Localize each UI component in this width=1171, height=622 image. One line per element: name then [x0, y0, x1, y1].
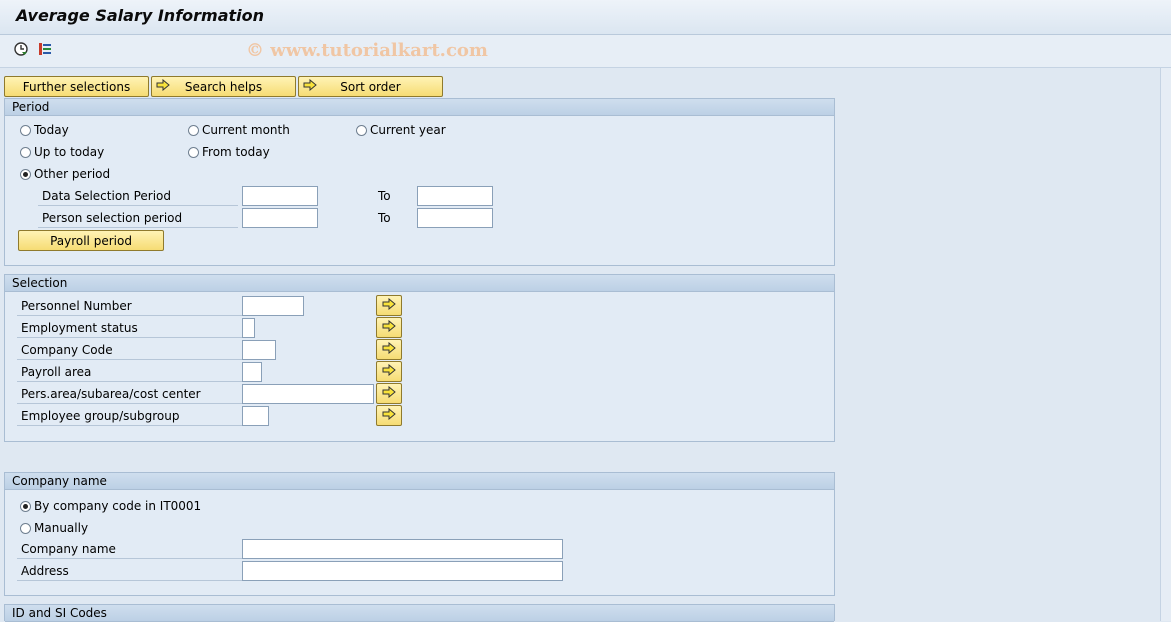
employment-status-input[interactable] [242, 318, 255, 338]
company-code-input[interactable] [242, 340, 276, 360]
company-code-label: Company Code [17, 340, 242, 360]
company-name-label: Company name [17, 539, 242, 559]
payroll-area-label: Payroll area [17, 362, 242, 382]
radio-label: Current month [202, 123, 290, 137]
radio-circle [20, 522, 31, 534]
application-toolbar: © www.tutorialkart.com [0, 35, 1171, 68]
radio-circle [20, 124, 31, 136]
employee-group-subgroup-input[interactable] [242, 406, 269, 426]
vertical-scrollbar[interactable] [1160, 68, 1171, 621]
to-label: To [378, 189, 391, 203]
id-si-codes-group: ID and SI Codes [4, 604, 835, 622]
radio-today[interactable]: Today [20, 123, 69, 137]
sort-order-label: Sort order [340, 79, 401, 94]
arrow-right-icon [382, 341, 396, 357]
pers-area-multiple-selection-button[interactable] [376, 383, 402, 404]
radio-label: Manually [34, 521, 89, 535]
clock-execute-icon[interactable] [13, 41, 29, 57]
employment-status-label: Employment status [17, 318, 242, 338]
radio-circle [356, 124, 367, 136]
person-selection-period-from-input[interactable] [242, 208, 318, 228]
radio-current-month[interactable]: Current month [188, 123, 290, 137]
radio-circle [188, 124, 199, 136]
arrow-right-icon [382, 297, 396, 313]
pers-area-subarea-cost-center-label: Pers.area/subarea/cost center [17, 384, 242, 404]
radio-by-company-code[interactable]: By company code in IT0001 [20, 499, 201, 513]
address-label: Address [17, 561, 242, 581]
sort-order-button[interactable]: Sort order [298, 76, 443, 97]
radio-label: By company code in IT0001 [34, 499, 202, 513]
watermark-text: © www.tutorialkart.com [246, 40, 488, 61]
personnel-number-label: Personnel Number [17, 296, 242, 316]
employee-group-multiple-selection-button[interactable] [376, 405, 402, 426]
radio-other-period[interactable]: Other period [20, 167, 110, 181]
radio-from-today[interactable]: From today [188, 145, 270, 159]
company-name-input[interactable] [242, 539, 563, 559]
payroll-area-multiple-selection-button[interactable] [376, 361, 402, 382]
arrow-right-icon [382, 385, 396, 401]
selection-group: Selection Personnel Number Employment st… [4, 274, 835, 442]
employee-group-subgroup-label: Employee group/subgroup [17, 406, 242, 426]
address-input[interactable] [242, 561, 563, 581]
company-code-multiple-selection-button[interactable] [376, 339, 402, 360]
radio-up-to-today[interactable]: Up to today [20, 145, 104, 159]
radio-label: Other period [34, 167, 111, 181]
arrow-right-icon [382, 407, 396, 423]
id-si-codes-group-title: ID and SI Codes [5, 605, 834, 622]
person-selection-period-to-input[interactable] [417, 208, 493, 228]
person-selection-period-label: Person selection period [38, 208, 238, 228]
arrow-right-icon [303, 78, 317, 94]
company-name-group: Company name By company code in IT0001 M… [4, 472, 835, 596]
radio-circle [20, 146, 31, 158]
arrow-right-icon [156, 78, 170, 94]
search-helps-button[interactable]: Search helps [151, 76, 296, 97]
data-selection-period-to-input[interactable] [417, 186, 493, 206]
radio-circle [20, 500, 31, 512]
arrow-right-icon [382, 363, 396, 379]
page-title: Average Salary Information [16, 6, 265, 25]
further-selections-button[interactable]: Further selections [4, 76, 149, 97]
radio-current-year[interactable]: Current year [356, 123, 446, 137]
personnel-number-multiple-selection-button[interactable] [376, 295, 402, 316]
arrow-right-icon [382, 319, 396, 335]
pers-area-subarea-cost-center-input[interactable] [242, 384, 374, 404]
radio-circle [188, 146, 199, 158]
search-helps-label: Search helps [184, 79, 263, 94]
data-selection-period-from-input[interactable] [242, 186, 318, 206]
employment-status-multiple-selection-button[interactable] [376, 317, 402, 338]
radio-circle [20, 168, 31, 180]
title-bar: Average Salary Information [0, 0, 1171, 35]
personnel-number-input[interactable] [242, 296, 304, 316]
payroll-period-label: Payroll period [50, 233, 132, 248]
further-selections-label: Further selections [22, 79, 131, 94]
radio-label: From today [202, 145, 270, 159]
radio-label: Current year [370, 123, 446, 137]
company-name-group-title: Company name [5, 473, 834, 490]
radio-label: Up to today [34, 145, 105, 159]
radio-manually[interactable]: Manually [20, 521, 88, 535]
selection-group-title: Selection [5, 275, 834, 292]
radio-label: Today [34, 123, 69, 137]
payroll-period-button[interactable]: Payroll period [18, 230, 164, 251]
data-selection-period-label: Data Selection Period [38, 186, 238, 206]
period-group-title: Period [5, 99, 834, 116]
to-label: To [378, 211, 391, 225]
list-variant-icon[interactable] [37, 41, 53, 57]
period-group: Period Today Current month Current year … [4, 98, 835, 266]
payroll-area-input[interactable] [242, 362, 262, 382]
